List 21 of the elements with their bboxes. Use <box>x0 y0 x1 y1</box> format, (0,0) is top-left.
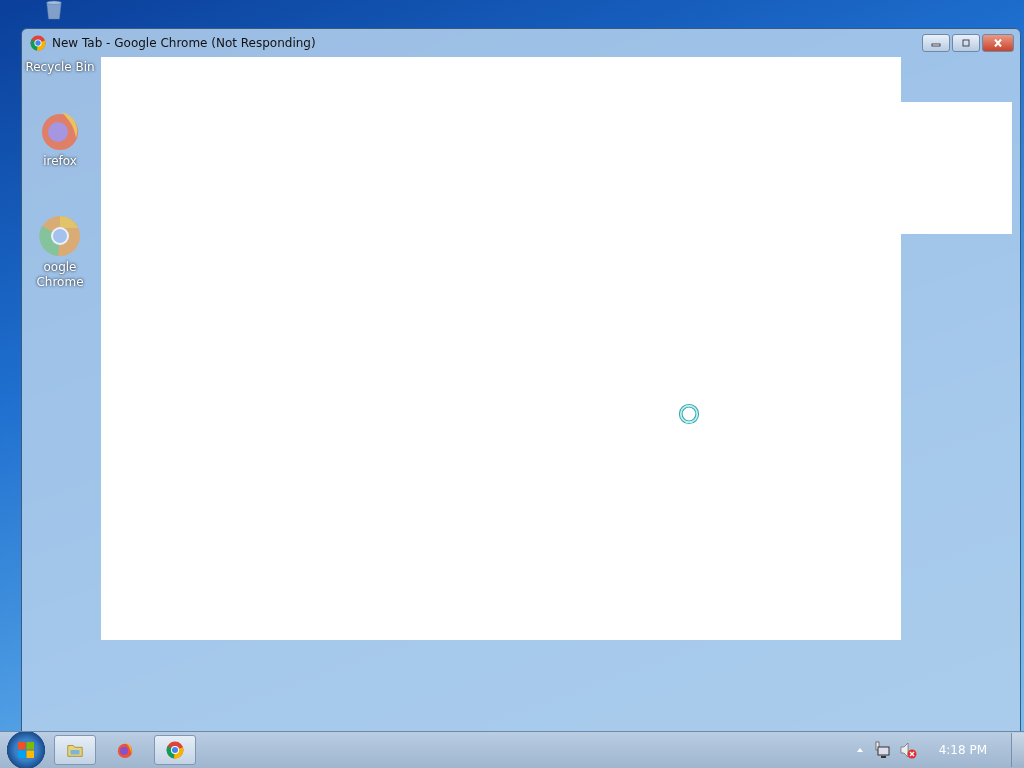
show-desktop-button[interactable] <box>1011 733 1024 767</box>
windows-logo-icon <box>16 740 36 760</box>
start-button[interactable] <box>6 732 46 768</box>
window-title: New Tab - Google Chrome (Not Responding) <box>52 36 316 50</box>
desktop-icon-label[interactable]: oogle Chrome <box>23 260 97 290</box>
maximize-button[interactable] <box>952 34 980 52</box>
minimize-button[interactable] <box>922 34 950 52</box>
desktop-icon-label[interactable]: irefox <box>43 154 77 169</box>
taskbar-button[interactable] <box>154 735 196 765</box>
muted-speaker-icon[interactable] <box>898 741 917 759</box>
network-icon[interactable] <box>872 741 891 759</box>
busy-cursor-icon <box>678 403 700 425</box>
maximize-icon <box>960 39 972 47</box>
desktop-icon-label[interactable]: Recycle Bin <box>25 60 95 75</box>
chrome-icon <box>166 741 184 759</box>
close-icon <box>992 39 1004 47</box>
clock[interactable]: 4:18 PM <box>938 743 987 757</box>
close-button[interactable] <box>982 34 1014 52</box>
taskbar-button[interactable] <box>54 735 96 765</box>
firefox-icon <box>116 741 134 759</box>
chrome-icon <box>30 35 46 51</box>
